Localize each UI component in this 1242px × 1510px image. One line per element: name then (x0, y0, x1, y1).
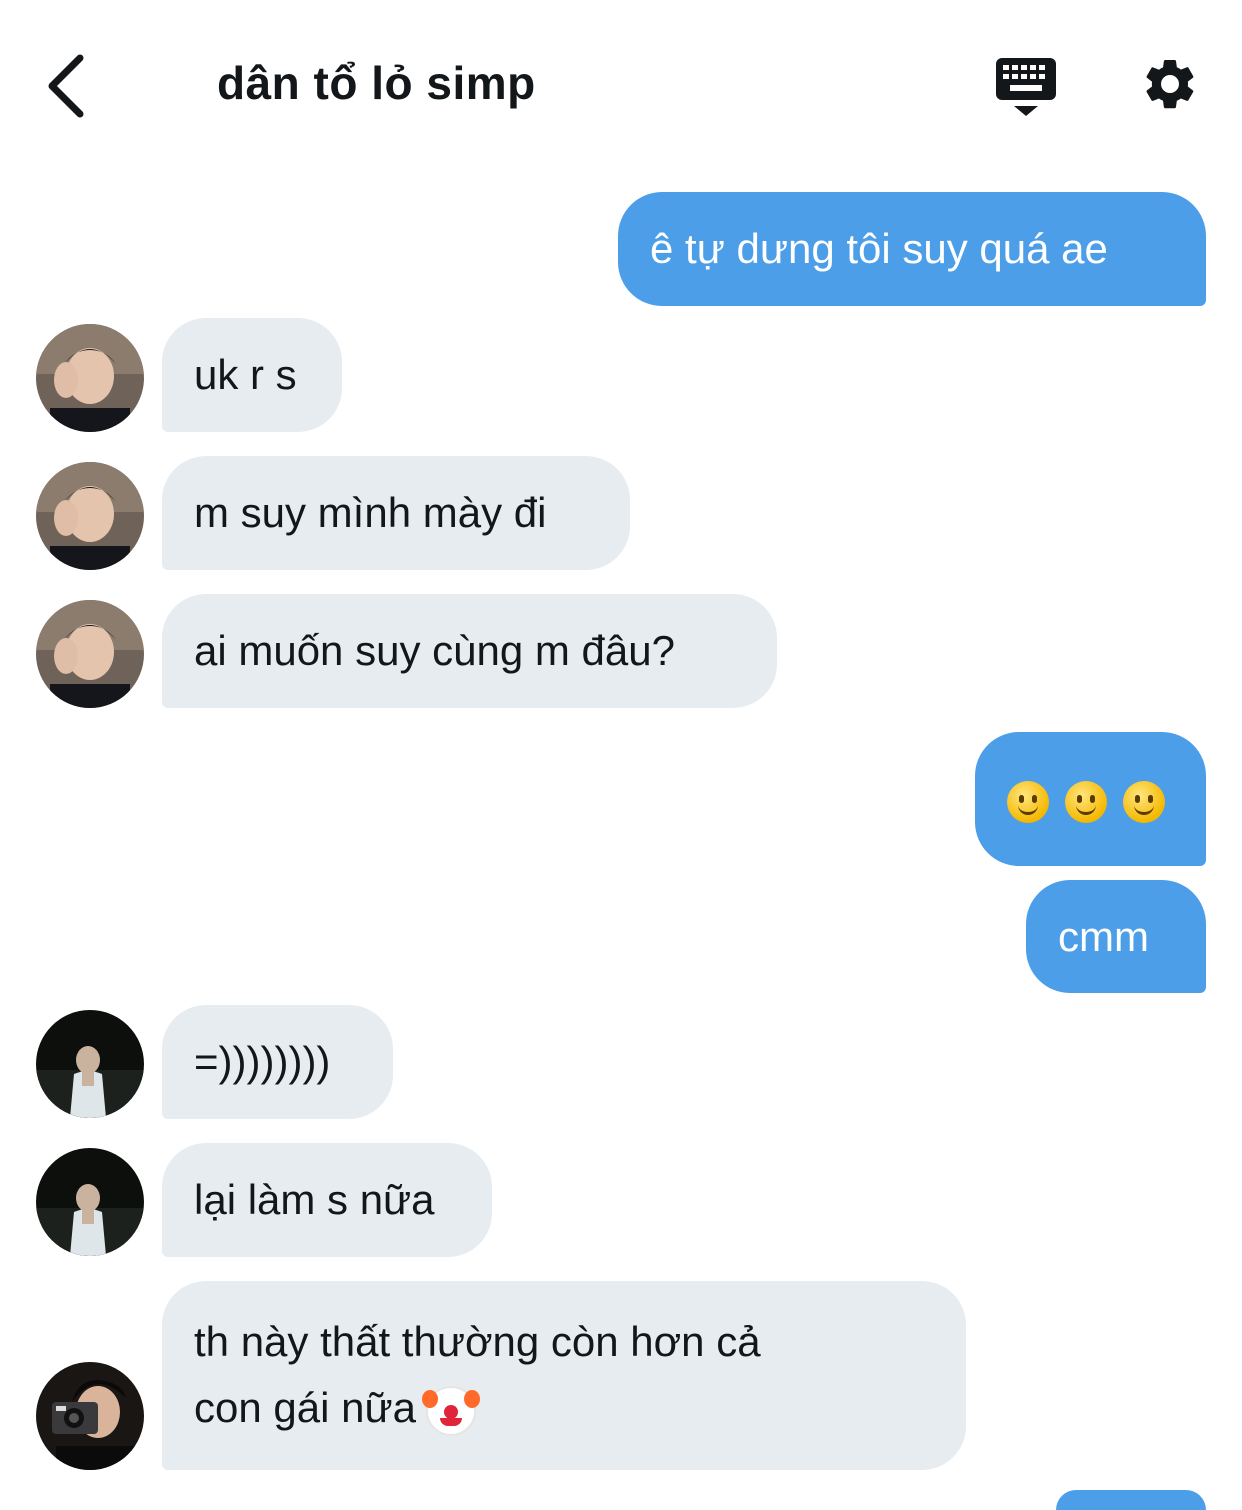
avatar[interactable] (36, 1148, 144, 1256)
avatar-user-a (36, 462, 144, 570)
avatar-user-b (36, 1148, 144, 1256)
message-text: cmm (1058, 913, 1149, 960)
avatar-user-b (36, 1010, 144, 1118)
slightly-smiling-face-icon (1123, 780, 1165, 823)
outgoing-message-bubble[interactable] (975, 732, 1206, 866)
avatar[interactable] (36, 462, 144, 570)
conversation-header: dân tổ lỏ simp (0, 0, 1242, 170)
message-text-line: con gái nữa (194, 1375, 934, 1441)
outgoing-message-bubble-partial[interactable] (1056, 1490, 1206, 1510)
avatar-user-c (36, 1362, 144, 1470)
settings-button[interactable] (1140, 54, 1200, 114)
avatar[interactable] (36, 1010, 144, 1118)
slightly-smiling-face-icon (1065, 780, 1107, 823)
outgoing-message-bubble[interactable]: cmm (1026, 880, 1206, 993)
conversation-title: dân tổ lỏ simp (217, 57, 536, 109)
message-text: m suy mình mày đi (194, 489, 547, 536)
avatar[interactable] (36, 1362, 144, 1470)
avatar[interactable] (36, 600, 144, 708)
avatar-user-a (36, 324, 144, 432)
clown-face-icon (421, 1385, 480, 1436)
gear-icon (1146, 59, 1194, 109)
slightly-smiling-face-icon (1007, 780, 1049, 823)
message-text: =)))))))) (194, 1038, 331, 1085)
incoming-message-bubble[interactable]: uk r s (162, 318, 342, 432)
incoming-message-bubble[interactable]: m suy mình mày đi (162, 456, 630, 570)
avatar[interactable] (36, 324, 144, 432)
keyboard-icon (996, 58, 1056, 116)
message-text: uk r s (194, 351, 297, 398)
incoming-message-bubble[interactable]: th này thất thường còn hơn cả con gái nữ… (162, 1281, 966, 1470)
incoming-message-bubble[interactable]: lại làm s nữa (162, 1143, 492, 1257)
message-text: ê tự dưng tôi suy quá ae (650, 225, 1108, 272)
keyboard-toggle-button[interactable] (994, 54, 1058, 118)
avatar-user-a (36, 600, 144, 708)
message-text: lại làm s nữa (194, 1176, 435, 1223)
back-button[interactable] (38, 48, 98, 120)
message-text-line: th này thất thường còn hơn cả (194, 1318, 761, 1365)
chevron-left-icon (48, 54, 84, 118)
incoming-message-bubble[interactable]: =)))))))) (162, 1005, 393, 1119)
outgoing-message-bubble[interactable]: ê tự dưng tôi suy quá ae (618, 192, 1206, 306)
message-text: ai muốn suy cùng m đâu? (194, 627, 675, 674)
incoming-message-bubble[interactable]: ai muốn suy cùng m đâu? (162, 594, 777, 708)
